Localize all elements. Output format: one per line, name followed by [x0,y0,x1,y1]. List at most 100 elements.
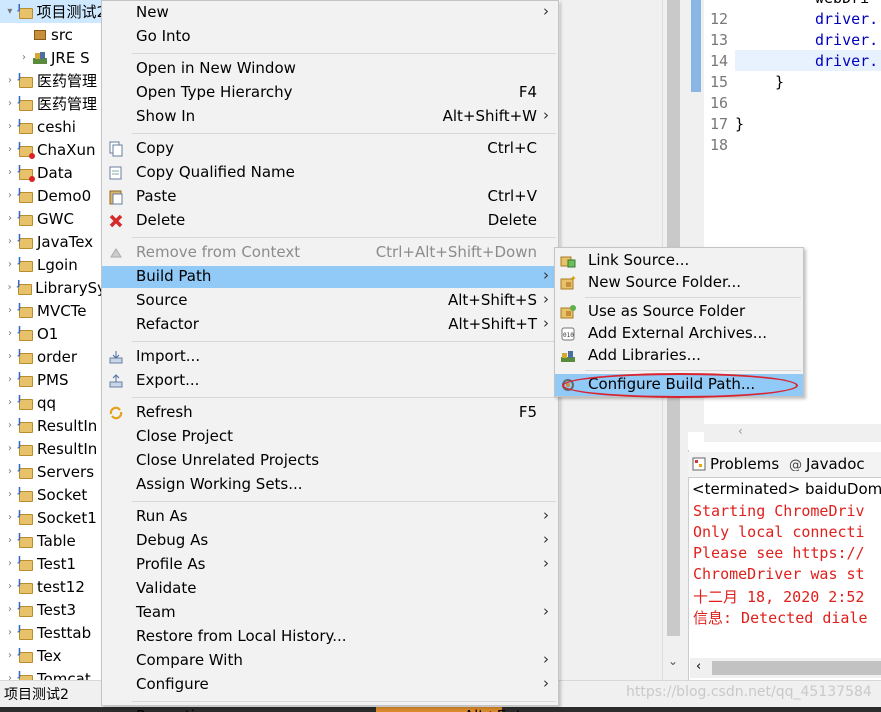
expand-arrow-icon[interactable]: › [4,558,16,569]
menu-item-show-in[interactable]: Show In Alt+Shift+W › [102,106,558,128]
expand-arrow-icon[interactable]: › [4,397,16,408]
code-line[interactable]: driver. [815,10,878,28]
menu-item-source[interactable]: Source Alt+Shift+S › [102,290,558,312]
menu-item-paste[interactable]: Paste Ctrl+V [102,186,558,208]
tree-item-27[interactable]: › J Testtab [0,621,106,644]
tree-item-11[interactable]: › J Lgoin [0,253,106,276]
tree-item-6[interactable]: › J ChaXun [0,138,106,161]
code-line[interactable]: } [775,73,784,91]
tree-item-14[interactable]: › J O1 [0,322,106,345]
menu-item-import[interactable]: Import... [102,346,558,368]
menu-item-profile-as[interactable]: Profile As › [102,554,558,576]
menu-item-delete[interactable]: Delete Delete [102,210,558,232]
expand-arrow-icon[interactable]: › [4,535,16,546]
tree-item-29[interactable]: › J Tomcat [0,667,106,680]
tree-item-15[interactable]: › Jorder [0,345,106,368]
expand-arrow-icon[interactable]: › [4,627,16,638]
code-line[interactable]: driver. [815,31,878,49]
menu-item-copy-qualified-name[interactable]: Copy Qualified Name [102,162,558,184]
scroll-left-icon[interactable]: ‹ [696,659,701,674]
menu-item-build-path[interactable]: Build Path › [102,266,558,288]
tree-item-9[interactable]: › J GWC [0,207,106,230]
submenu-item-add-libraries[interactable]: Add Libraries... [555,345,803,367]
submenu-item-link-source[interactable]: Link Source... [555,250,803,272]
menu-item-remove-from-context[interactable]: Remove from Context Ctrl+Alt+Shift+Down [102,242,558,264]
menu-item-validate[interactable]: Validate [102,578,558,600]
scrollbar-thumb[interactable] [712,661,881,675]
expand-arrow-icon[interactable]: › [4,443,16,454]
tree-item-19[interactable]: › J ResultIn [0,437,106,460]
tree-item-3[interactable]: › J 医药管理 [0,69,106,92]
expand-arrow-icon[interactable]: › [4,604,16,615]
console-horizontal-scrollbar[interactable]: ‹ [690,658,881,678]
code-line[interactable]: driver. [815,52,878,70]
expand-arrow-icon[interactable]: › [4,190,16,201]
menu-item-export[interactable]: Export... [102,370,558,392]
submenu-item-add-external-archives[interactable]: 010 Add External Archives... [555,323,803,345]
expand-arrow-icon[interactable]: › [4,351,16,362]
menu-item-configure[interactable]: Configure › [102,674,558,696]
expand-arrow-icon[interactable]: › [4,420,16,431]
expand-arrow-icon[interactable]: › [4,512,16,523]
expand-arrow-icon[interactable]: › [4,489,16,500]
tree-item-23[interactable]: › J Table [0,529,106,552]
code-line[interactable]: webDri [815,0,869,7]
expand-arrow-icon[interactable]: › [4,328,16,339]
editor-horizontal-scrollbar[interactable]: ‹ [704,424,881,442]
tree-item-1[interactable]: src [0,23,106,46]
expand-arrow-icon[interactable]: › [18,52,30,63]
submenu-item-new-source-folder[interactable]: ✦ New Source Folder... [555,272,803,294]
expand-arrow-icon[interactable]: › [4,236,16,247]
tree-item-16[interactable]: › J PMS [0,368,106,391]
menu-item-assign-working-sets[interactable]: Assign Working Sets... [102,474,558,496]
menu-item-compare-with[interactable]: Compare With › [102,650,558,672]
menu-item-refactor[interactable]: Refactor Alt+Shift+T › [102,314,558,336]
expand-arrow-icon[interactable]: › [4,259,16,270]
tree-item-21[interactable]: › J Socket [0,483,106,506]
tree-item-22[interactable]: › J Socket1 [0,506,106,529]
menu-item-run-as[interactable]: Run As › [102,506,558,528]
tree-item-10[interactable]: › J JavaTex [0,230,106,253]
code-line[interactable]: } [735,115,744,133]
expand-arrow-icon[interactable]: › [4,98,16,109]
tree-item-20[interactable]: › J Servers [0,460,106,483]
expand-arrow-icon[interactable]: › [4,466,16,477]
menu-item-debug-as[interactable]: Debug As › [102,530,558,552]
expand-arrow-icon[interactable]: › [4,374,16,385]
expand-arrow-icon[interactable]: › [4,121,16,132]
expand-arrow-icon[interactable]: › [4,144,16,155]
expand-arrow-icon[interactable]: › [4,581,16,592]
tree-item-26[interactable]: › J Test3 [0,598,106,621]
expand-arrow-icon[interactable]: › [4,650,16,661]
expand-arrow-icon[interactable]: › [4,167,16,178]
menu-item-new[interactable]: New › [102,2,558,24]
expand-arrow-icon[interactable]: › [4,282,15,293]
submenu-item-use-as-source-folder[interactable]: Use as Source Folder [555,301,803,323]
tree-item-24[interactable]: › J Test1 [0,552,106,575]
scroll-down-icon[interactable]: ⌄ [668,654,678,668]
tree-item-8[interactable]: › J Demo0 [0,184,106,207]
tree-item-25[interactable]: › Jtest12 [0,575,106,598]
menu-item-open-type-hierarchy[interactable]: Open Type Hierarchy F4 [102,82,558,104]
tab-problems[interactable]: Problems [692,455,779,473]
tree-item-13[interactable]: › J MVCTe [0,299,106,322]
expand-arrow-icon[interactable]: › [4,75,16,86]
expand-arrow-icon[interactable]: › [4,305,16,316]
expand-arrow-icon[interactable]: ▾ [4,6,16,17]
tab-javadoc[interactable]: @ Javadoc [788,455,865,473]
tree-item-2[interactable]: › JRE S [0,46,106,69]
menu-item-copy[interactable]: Copy Ctrl+C [102,138,558,160]
menu-item-team[interactable]: Team › [102,602,558,624]
expand-arrow-icon[interactable]: › [4,673,16,680]
tree-item-5[interactable]: › Jceshi [0,115,106,138]
menu-item-close-unrelated-projects[interactable]: Close Unrelated Projects [102,450,558,472]
tree-item-7[interactable]: › J Data [0,161,106,184]
menu-item-restore-from-local-history[interactable]: Restore from Local History... [102,626,558,648]
tree-item-4[interactable]: › J 医药管理 [0,92,106,115]
menu-item-close-project[interactable]: Close Project [102,426,558,448]
scroll-left-icon[interactable]: ‹ [738,424,743,438]
menu-item-refresh[interactable]: Refresh F5 [102,402,558,424]
tree-item-17[interactable]: › Jqq [0,391,106,414]
menu-item-open-in-new-window[interactable]: Open in New Window [102,58,558,80]
expand-arrow-icon[interactable]: › [4,213,16,224]
